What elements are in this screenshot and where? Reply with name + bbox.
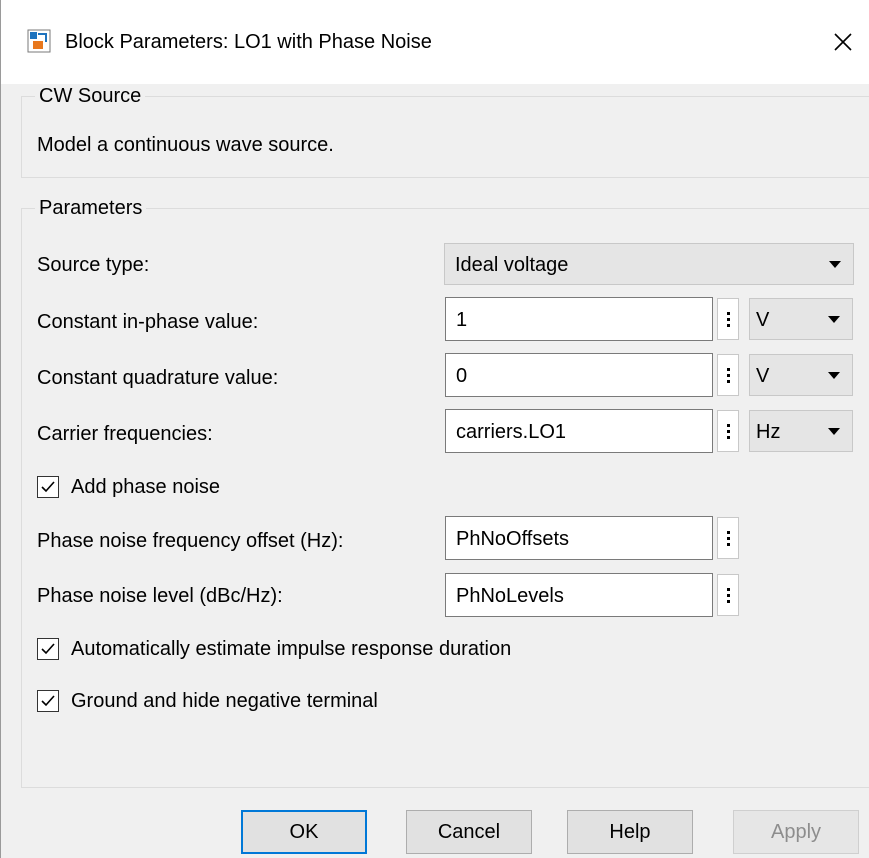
dot-icon bbox=[726, 530, 730, 534]
phase-noise-offset-label: Phase noise frequency offset (Hz): bbox=[37, 530, 344, 552]
phase-noise-level-label: Phase noise level (dBc/Hz): bbox=[37, 585, 283, 607]
checkmark-icon bbox=[41, 695, 55, 707]
quadrature-label: Constant quadrature value: bbox=[37, 367, 279, 389]
checkbox-box[interactable] bbox=[37, 638, 59, 660]
dot-icon bbox=[726, 373, 730, 377]
add-phase-noise-checkbox[interactable]: Add phase noise bbox=[37, 475, 220, 499]
close-icon bbox=[834, 33, 852, 51]
checkbox-box[interactable] bbox=[37, 476, 59, 498]
phase-noise-offset-input[interactable]: PhNoOffsets bbox=[445, 516, 713, 560]
carrier-frequencies-input[interactable]: carriers.LO1 bbox=[445, 409, 713, 453]
dot-icon bbox=[726, 429, 730, 433]
phase-noise-offset-value: PhNoOffsets bbox=[456, 528, 570, 550]
dot-icon bbox=[726, 593, 730, 597]
source-type-value: Ideal voltage bbox=[455, 254, 569, 276]
block-name-legend: CW Source bbox=[35, 84, 146, 108]
carrier-frequencies-label: Carrier frequencies: bbox=[37, 423, 213, 445]
close-button[interactable] bbox=[823, 22, 863, 62]
source-type-dropdown[interactable]: Ideal voltage bbox=[444, 243, 854, 285]
block-description: Model a continuous wave source. bbox=[37, 134, 334, 156]
dot-icon bbox=[726, 599, 730, 603]
dot-icon bbox=[726, 379, 730, 383]
auto-estimate-checkbox[interactable]: Automatically estimate impulse response … bbox=[37, 637, 511, 661]
inphase-label: Constant in-phase value: bbox=[37, 311, 259, 333]
dot-icon bbox=[726, 542, 730, 546]
help-button[interactable]: Help bbox=[567, 810, 693, 854]
inphase-unit-dropdown[interactable]: V bbox=[749, 298, 853, 340]
ok-button[interactable]: OK bbox=[241, 810, 367, 854]
carrier-unit-dropdown[interactable]: Hz bbox=[749, 410, 853, 452]
inphase-input[interactable]: 1 bbox=[445, 297, 713, 341]
quadrature-unit-dropdown[interactable]: V bbox=[749, 354, 853, 396]
inphase-unit-value: V bbox=[756, 309, 770, 331]
parameters-legend: Parameters bbox=[35, 196, 147, 220]
quadrature-input[interactable]: 0 bbox=[445, 353, 713, 397]
apply-button[interactable]: Apply bbox=[733, 810, 859, 854]
source-type-label: Source type: bbox=[37, 254, 150, 276]
inphase-value: 1 bbox=[456, 309, 468, 331]
dot-icon bbox=[726, 317, 730, 321]
phase-noise-level-input[interactable]: PhNoLevels bbox=[445, 573, 713, 617]
dot-icon bbox=[726, 587, 730, 591]
phase-noise-level-value: PhNoLevels bbox=[456, 585, 564, 607]
dot-icon bbox=[726, 367, 730, 371]
quadrature-unit-value: V bbox=[756, 365, 770, 387]
phase-noise-level-more-button[interactable] bbox=[717, 574, 739, 616]
simulink-block-icon bbox=[27, 29, 51, 53]
carrier-more-button[interactable] bbox=[717, 410, 739, 452]
carrier-unit-value: Hz bbox=[756, 421, 781, 443]
ground-hide-label: Ground and hide negative terminal bbox=[71, 690, 378, 712]
cancel-button[interactable]: Cancel bbox=[406, 810, 532, 854]
block-parameters-dialog: Block Parameters: LO1 with Phase Noise C… bbox=[0, 0, 869, 858]
add-phase-noise-label: Add phase noise bbox=[71, 476, 221, 498]
checkmark-icon bbox=[41, 643, 55, 655]
inphase-more-button[interactable] bbox=[717, 298, 739, 340]
carrier-frequencies-value: carriers.LO1 bbox=[456, 421, 567, 443]
quadrature-more-button[interactable] bbox=[717, 354, 739, 396]
chevron-down-icon bbox=[828, 428, 840, 435]
window-title: Block Parameters: LO1 with Phase Noise bbox=[65, 31, 432, 53]
chevron-down-icon bbox=[829, 261, 841, 268]
checkmark-icon bbox=[41, 481, 55, 493]
dot-icon bbox=[726, 423, 730, 427]
auto-estimate-label: Automatically estimate impulse response … bbox=[71, 638, 512, 660]
dot-icon bbox=[726, 536, 730, 540]
phase-noise-offset-more-button[interactable] bbox=[717, 517, 739, 559]
ground-hide-checkbox[interactable]: Ground and hide negative terminal bbox=[37, 689, 378, 713]
dot-icon bbox=[726, 435, 730, 439]
dot-icon bbox=[726, 323, 730, 327]
dot-icon bbox=[726, 311, 730, 315]
quadrature-value: 0 bbox=[456, 365, 468, 387]
chevron-down-icon bbox=[828, 316, 840, 323]
chevron-down-icon bbox=[828, 372, 840, 379]
title-bar[interactable]: Block Parameters: LO1 with Phase Noise bbox=[1, 0, 869, 84]
checkbox-box[interactable] bbox=[37, 690, 59, 712]
